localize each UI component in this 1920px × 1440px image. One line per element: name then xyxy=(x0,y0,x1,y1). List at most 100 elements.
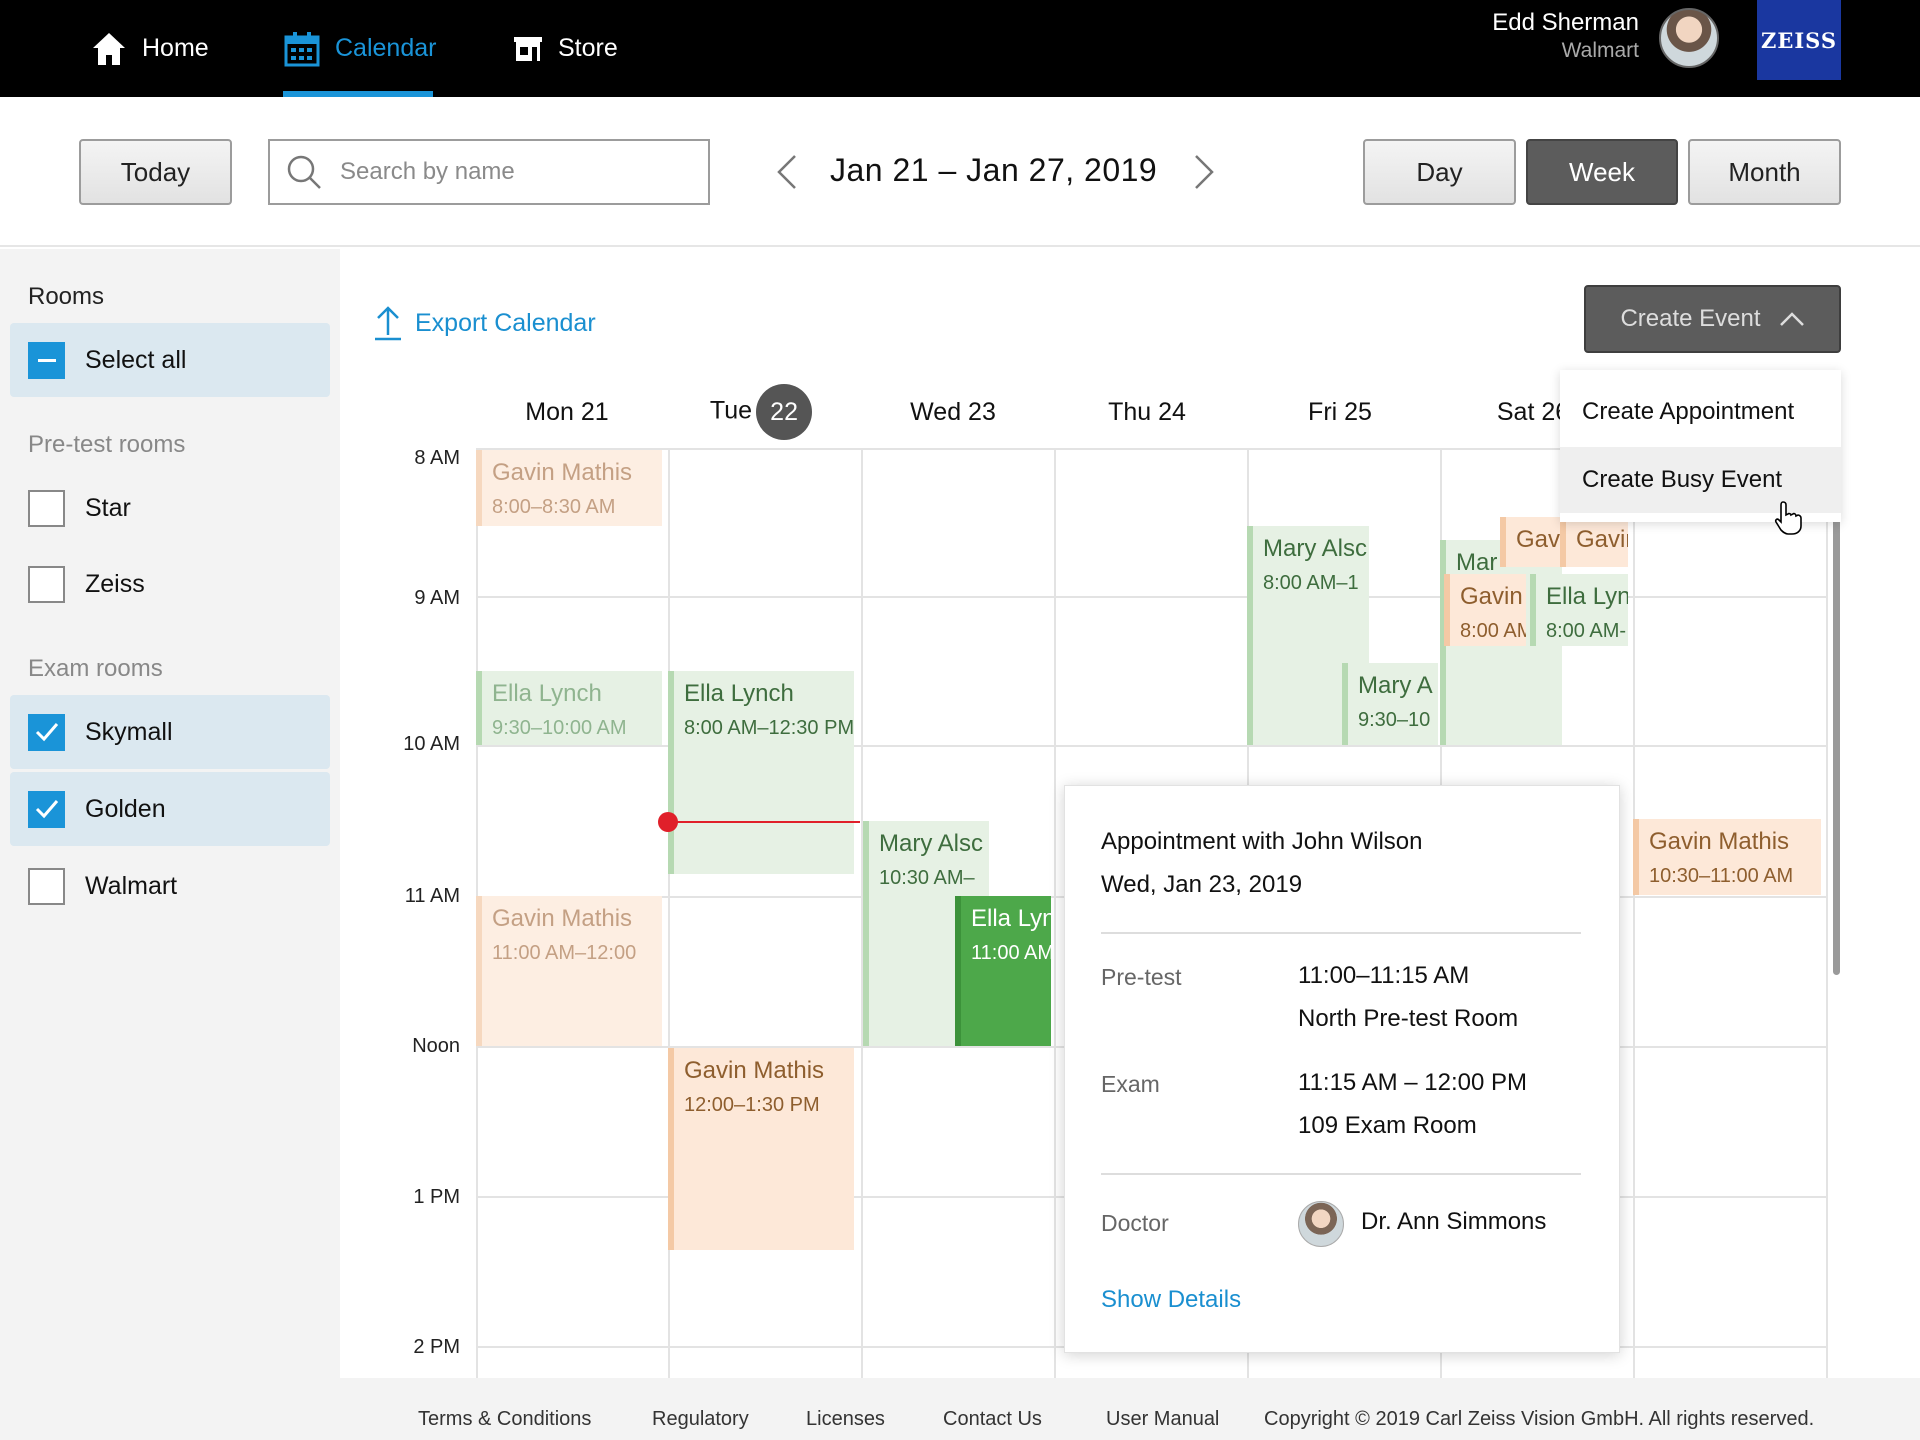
day-label: Wed 23 xyxy=(910,398,996,426)
user-org: Walmart xyxy=(1561,39,1639,62)
day-header-tue[interactable]: Tue 22 xyxy=(666,384,856,440)
exam-rooms-heading: Exam rooms xyxy=(28,655,163,682)
select-all-checkbox[interactable] xyxy=(28,341,65,379)
event-name: Gavin xyxy=(1460,583,1523,610)
time-label: 9 AM xyxy=(414,587,460,609)
rooms-title: Rooms xyxy=(28,283,105,310)
rooms-sidebar: Rooms Select all Pre-test rooms Star Zei… xyxy=(0,249,340,1440)
event-card[interactable]: Gavin xyxy=(1560,517,1628,567)
event-name: Gavin Mathis xyxy=(684,1057,825,1084)
room-walmart-label: Walmart xyxy=(85,871,178,900)
event-name: Ella Lyn xyxy=(971,905,1051,932)
room-zeiss[interactable]: Zeiss xyxy=(10,547,330,621)
event-time: 9:30–10 xyxy=(1358,709,1431,731)
show-details-link[interactable]: Show Details xyxy=(1101,1286,1241,1314)
room-golden[interactable]: Golden xyxy=(10,772,330,846)
event-card[interactable]: Ella Lynch 8:00 AM–12:30 PM xyxy=(668,671,854,874)
footer-link-licenses[interactable]: Licenses xyxy=(806,1408,885,1431)
grid-vline xyxy=(1633,448,1635,1378)
room-zeiss-label: Zeiss xyxy=(85,569,145,598)
event-name: Ella Lynch xyxy=(492,680,602,707)
event-name: Mary A xyxy=(1358,672,1433,699)
popover-divider xyxy=(1101,1173,1581,1175)
date-range: Jan 21 – Jan 27, 2019 xyxy=(830,152,1158,188)
menu-create-appointment[interactable]: Create Appointment xyxy=(1560,379,1841,445)
day-label: Thu 24 xyxy=(1108,398,1186,426)
event-card[interactable]: Gavin Mathis 10:30–11:00 AM xyxy=(1633,819,1821,895)
exam-time: 11:15 AM – 12:00 PM xyxy=(1298,1069,1528,1096)
exam-label: Exam xyxy=(1101,1071,1160,1097)
event-time: 10:30–11:00 AM xyxy=(1649,865,1794,887)
footer-link-contact[interactable]: Contact Us xyxy=(943,1408,1042,1431)
event-card[interactable]: Gavin Mathis 11:00 AM–12:00 xyxy=(476,896,662,1046)
time-label: 1 PM xyxy=(413,1186,460,1208)
room-walmart-checkbox[interactable] xyxy=(28,867,65,905)
nav-store-label: Store xyxy=(558,34,618,62)
nav-calendar[interactable]: Calendar xyxy=(283,0,436,97)
event-card[interactable]: Gavin 8:00 AM xyxy=(1444,574,1526,646)
event-card[interactable]: Gav xyxy=(1500,517,1562,567)
doctor-label: Doctor xyxy=(1101,1210,1169,1236)
view-day-button[interactable]: Day xyxy=(1363,139,1516,205)
footer: Terms & Conditions Regulatory Licenses C… xyxy=(340,1378,1920,1440)
room-skymall[interactable]: Skymall xyxy=(10,695,330,769)
nav-home[interactable]: Home xyxy=(90,0,209,97)
room-star-checkbox[interactable] xyxy=(28,489,65,527)
event-card[interactable]: Mary A 9:30–10 xyxy=(1342,663,1438,745)
event-card[interactable]: Gavin Mathis 12:00–1:30 PM xyxy=(668,1048,854,1250)
search-input[interactable] xyxy=(340,158,700,186)
top-nav: Home Calendar Store Edd Sherman Walmart … xyxy=(0,0,1920,97)
day-label: Fri 25 xyxy=(1308,398,1372,426)
export-calendar-link[interactable]: Export Calendar xyxy=(373,305,596,341)
day-header-thu[interactable]: Thu 24 xyxy=(1052,398,1242,427)
room-star[interactable]: Star xyxy=(10,471,330,545)
room-star-label: Star xyxy=(85,493,131,522)
current-time-line xyxy=(668,821,860,823)
event-time: 12:00–1:30 PM xyxy=(684,1094,820,1116)
nav-store[interactable]: Store xyxy=(512,0,618,97)
next-week-chevron-right-icon[interactable] xyxy=(1192,152,1216,198)
event-card[interactable]: Ella Lyn 8:00 AM- xyxy=(1530,574,1628,646)
calendar-scrollbar[interactable] xyxy=(1833,510,1840,975)
store-icon xyxy=(514,36,542,61)
day-header-wed[interactable]: Wed 23 xyxy=(858,398,1048,427)
day-header-mon[interactable]: Mon 21 xyxy=(472,398,662,427)
event-name: Gavin xyxy=(1576,526,1628,553)
home-icon xyxy=(93,32,125,65)
event-card[interactable]: Gavin Mathis 8:00–8:30 AM xyxy=(476,450,662,526)
room-skymall-checkbox[interactable] xyxy=(28,713,65,751)
current-time-dot xyxy=(658,812,678,832)
create-event-label: Create Event xyxy=(1620,305,1761,332)
footer-link-manual[interactable]: User Manual xyxy=(1106,1408,1219,1431)
event-time: 8:00 AM–1 xyxy=(1263,572,1359,594)
prev-week-chevron-left-icon[interactable] xyxy=(775,152,799,198)
user-info[interactable]: Edd Sherman Walmart xyxy=(1492,8,1639,64)
pretest-time: 11:00–11:15 AM xyxy=(1298,962,1470,989)
room-golden-checkbox[interactable] xyxy=(28,790,65,828)
footer-link-regulatory[interactable]: Regulatory xyxy=(652,1408,749,1431)
view-week-button[interactable]: Week xyxy=(1526,139,1678,205)
time-label: Noon xyxy=(412,1035,460,1057)
event-name: Gavin Mathis xyxy=(492,905,633,932)
popover-title: Appointment with John Wilson xyxy=(1101,828,1423,855)
user-name: Edd Sherman xyxy=(1492,9,1639,36)
select-all-label: Select all xyxy=(85,345,187,374)
popover-divider xyxy=(1101,932,1581,934)
event-time: 10:30 AM– xyxy=(879,867,975,889)
event-card[interactable]: Ella Lynch 9:30–10:00 AM xyxy=(476,671,662,745)
search-box[interactable] xyxy=(268,139,710,205)
view-month-button[interactable]: Month xyxy=(1688,139,1841,205)
room-zeiss-checkbox[interactable] xyxy=(28,565,65,603)
user-avatar[interactable] xyxy=(1659,8,1719,68)
select-all-item[interactable]: Select all xyxy=(10,323,330,397)
day-header-fri[interactable]: Fri 25 xyxy=(1245,398,1435,427)
nav-calendar-label: Calendar xyxy=(335,34,437,62)
event-card-selected[interactable]: Ella Lyn 11:00 AM xyxy=(955,896,1051,1046)
create-event-button[interactable]: Create Event xyxy=(1584,285,1841,353)
upload-icon xyxy=(375,306,401,341)
chevron-up-icon xyxy=(1779,312,1804,326)
footer-link-terms[interactable]: Terms & Conditions xyxy=(418,1408,591,1431)
room-walmart[interactable]: Walmart xyxy=(10,849,330,923)
today-button[interactable]: Today xyxy=(79,139,232,205)
time-label: 11 AM xyxy=(404,885,460,907)
